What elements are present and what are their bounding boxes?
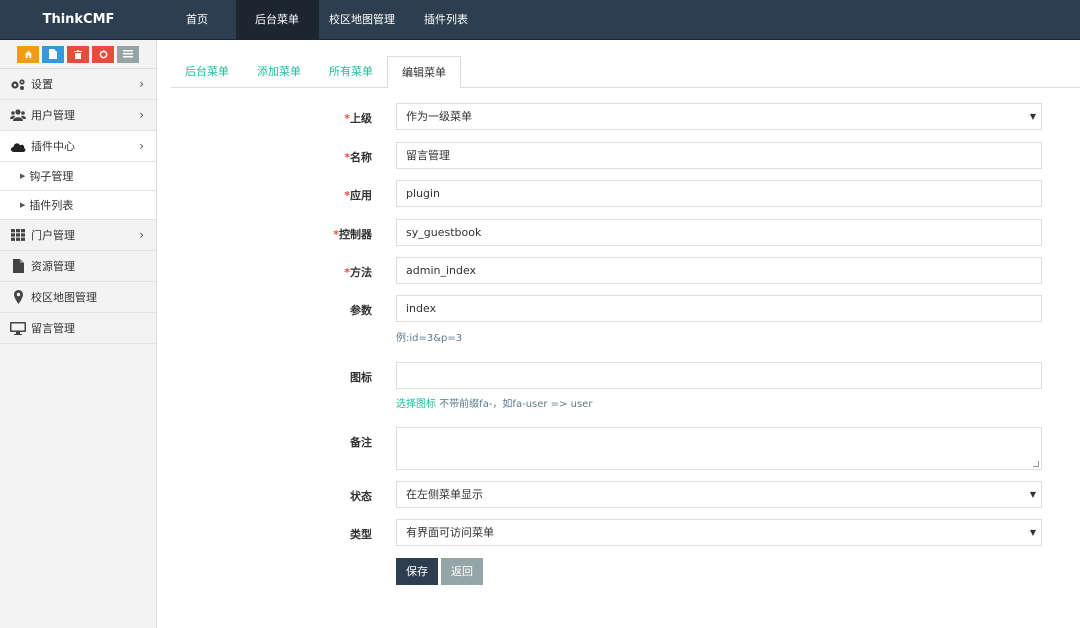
- icon-label: 图标: [350, 371, 372, 384]
- grid-icon: [10, 228, 26, 242]
- sidebar-subitem-plugin-list[interactable]: ▶ 插件列表: [0, 191, 156, 220]
- status-select[interactable]: 在左侧菜单显示 ▼: [396, 481, 1042, 508]
- controller-label: *控制器: [333, 228, 372, 241]
- caret-down-icon: ▼: [1029, 528, 1036, 537]
- recycle-icon[interactable]: [92, 45, 114, 63]
- controller-input[interactable]: sy_guestbook: [396, 219, 1042, 246]
- home-icon[interactable]: [17, 45, 39, 63]
- shortcut-bar: [0, 40, 156, 69]
- icon-input[interactable]: [396, 362, 1042, 389]
- tab-admin-menu[interactable]: 后台菜单: [171, 56, 243, 88]
- topnav-item-admin-menu[interactable]: 后台菜单: [236, 0, 319, 40]
- tab-add-menu[interactable]: 添加菜单: [243, 56, 315, 88]
- action-input[interactable]: admin_index: [396, 257, 1042, 284]
- map-marker-icon: [10, 290, 26, 304]
- remark-textarea[interactable]: [396, 427, 1042, 470]
- caret-down-icon: ▼: [1029, 112, 1036, 121]
- caret-right-icon: ▶: [20, 201, 26, 209]
- top-nav: 首页 后台菜单 校区地图管理 插件列表: [157, 0, 488, 40]
- sidebar-item-label: 用户管理: [31, 109, 75, 122]
- sidebar-item-guestbook[interactable]: 留言管理: [0, 313, 156, 344]
- chevron-right-icon: ›: [139, 228, 144, 242]
- caret-right-icon: ▶: [20, 172, 26, 180]
- parent-select[interactable]: 作为一级菜单 ▼: [396, 103, 1042, 130]
- resize-handle[interactable]: [1033, 461, 1039, 467]
- type-label: 类型: [350, 528, 372, 541]
- sidebar-item-label: 留言管理: [31, 322, 75, 335]
- topnav-item-plugin-list[interactable]: 插件列表: [414, 0, 488, 40]
- app-input[interactable]: plugin: [396, 180, 1042, 207]
- cloud-icon: [10, 139, 26, 153]
- action-label: *方法: [344, 266, 372, 279]
- main-content: 后台菜单 添加菜单 所有菜单 编辑菜单 *上级 作为一级菜单 ▼ *名称 留言管理…: [157, 40, 1080, 628]
- caret-down-icon: ▼: [1029, 490, 1036, 499]
- tab-edit-menu[interactable]: 编辑菜单: [387, 56, 461, 89]
- sidebar-item-label: 设置: [31, 78, 53, 91]
- sidebar-item-label: 门户管理: [31, 229, 75, 242]
- name-label: *名称: [344, 151, 372, 164]
- sidebar-item-label: 校区地图管理: [31, 291, 97, 304]
- back-button[interactable]: 返回: [441, 558, 483, 585]
- params-label: 参数: [350, 304, 372, 317]
- params-input[interactable]: index: [396, 295, 1042, 322]
- chevron-right-icon: ›: [139, 77, 144, 91]
- list-icon[interactable]: [117, 45, 139, 63]
- icon-help-text: 选择图标 不带前缀fa-，如fa-user => user: [396, 399, 593, 410]
- topnav-item-campus-map[interactable]: 校区地图管理: [319, 0, 414, 40]
- sidebar-subitem-label: 插件列表: [29, 199, 74, 212]
- file-icon[interactable]: [42, 45, 64, 63]
- sidebar-item-label: 插件中心: [31, 140, 75, 153]
- tab-bar: 后台菜单 添加菜单 所有菜单 编辑菜单: [171, 56, 1080, 89]
- params-help-text: 例:id=3&p=3: [396, 333, 463, 344]
- remark-label: 备注: [350, 436, 372, 449]
- users-icon: [10, 108, 26, 122]
- sidebar: 设置 › 用户管理 › 插件中心 › ▶ 钩子管理 ▶ 插件列表 门户管理 ›: [0, 40, 157, 628]
- parent-label: *上级: [344, 112, 372, 125]
- name-input[interactable]: 留言管理: [396, 142, 1042, 169]
- sidebar-subitem-label: 钩子管理: [29, 170, 74, 183]
- sidebar-item-label: 资源管理: [31, 260, 75, 273]
- app-label: *应用: [344, 189, 372, 202]
- status-label: 状态: [350, 490, 372, 503]
- sidebar-item-users[interactable]: 用户管理 ›: [0, 100, 156, 131]
- chevron-right-icon: ›: [139, 108, 144, 122]
- type-select[interactable]: 有界面可访问菜单 ▼: [396, 519, 1042, 546]
- trash-icon[interactable]: [67, 45, 89, 63]
- tab-all-menus[interactable]: 所有菜单: [315, 56, 387, 88]
- topnav-item-home[interactable]: 首页: [157, 0, 236, 40]
- gears-icon: [10, 77, 26, 91]
- desktop-icon: [10, 321, 26, 335]
- sidebar-subitem-hooks[interactable]: ▶ 钩子管理: [0, 162, 156, 191]
- choose-icon-link[interactable]: 选择图标: [396, 399, 436, 410]
- plugin-center-submenu: ▶ 钩子管理 ▶ 插件列表: [0, 162, 156, 220]
- chevron-right-icon: ›: [139, 139, 144, 153]
- save-button[interactable]: 保存: [396, 558, 438, 585]
- sidebar-item-campus-map[interactable]: 校区地图管理: [0, 282, 156, 313]
- sidebar-item-plugin-center[interactable]: 插件中心 ›: [0, 131, 156, 162]
- sidebar-item-resources[interactable]: 资源管理: [0, 251, 156, 282]
- file-icon: [10, 259, 26, 273]
- brand-logo[interactable]: ThinkCMF: [0, 0, 157, 40]
- sidebar-item-portal[interactable]: 门户管理 ›: [0, 220, 156, 251]
- sidebar-item-settings[interactable]: 设置 ›: [0, 69, 156, 100]
- top-navbar: ThinkCMF 首页 后台菜单 校区地图管理 插件列表: [0, 0, 1080, 40]
